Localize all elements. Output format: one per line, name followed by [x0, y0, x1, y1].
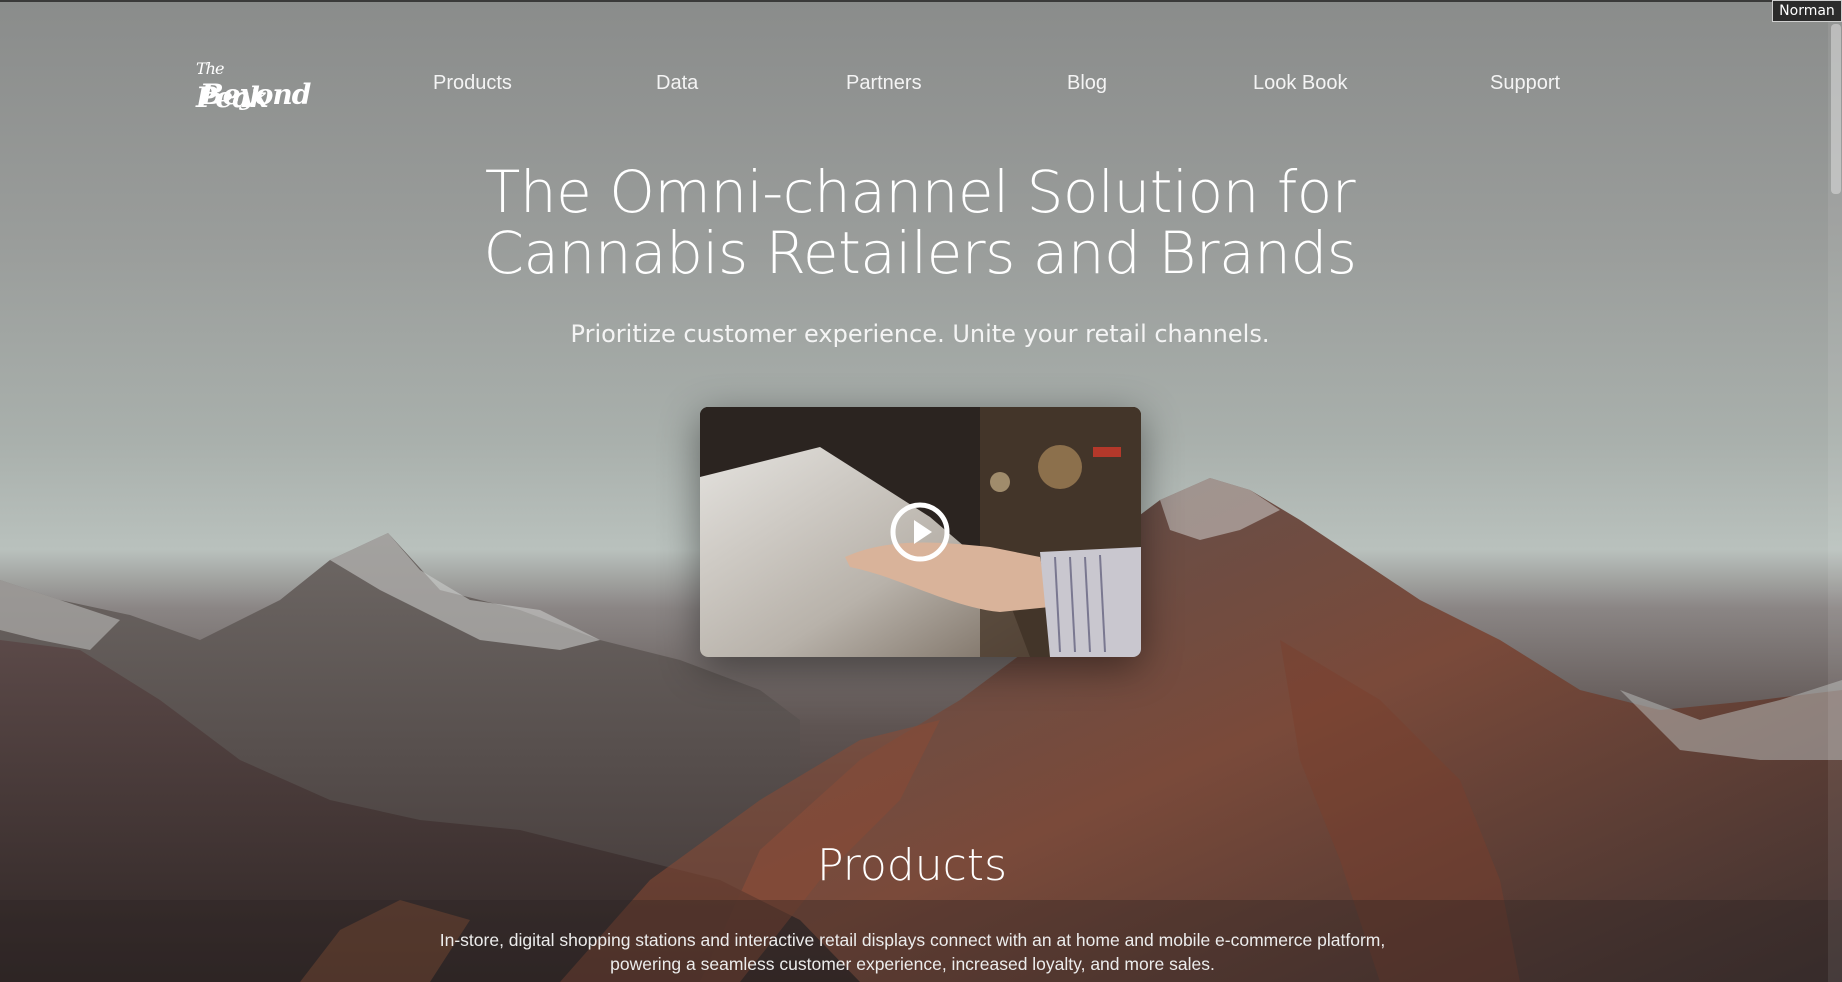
nav-products[interactable]: Products: [433, 72, 512, 95]
products-desc-line-1: In-store, digital shopping stations and …: [439, 930, 1386, 950]
nav-blog[interactable]: Blog: [1067, 72, 1107, 95]
hero-title-line-2: Cannabis Retailers and Brands: [483, 219, 1357, 287]
products-desc-line-2: powering a seamless customer experience,…: [610, 954, 1215, 974]
intro-video[interactable]: [700, 407, 1141, 657]
nav-look-book[interactable]: Look Book: [1253, 72, 1348, 95]
play-icon[interactable]: [890, 502, 950, 562]
nav-partners[interactable]: Partners: [846, 72, 922, 95]
products-section-description: In-store, digital shopping stations and …: [380, 928, 1445, 976]
scrollbar-thumb[interactable]: [1831, 24, 1841, 194]
page: Norman The Peak Beyond Products Data Par…: [0, 0, 1842, 982]
hero-title: The Omni-channel Solution for Cannabis R…: [420, 162, 1420, 284]
hero-title-line-1: The Omni-channel Solution for: [484, 158, 1356, 226]
products-section-title: Products: [817, 840, 1007, 891]
nav-data[interactable]: Data: [656, 72, 698, 95]
main-navigation: Products Data Partners Blog Look Book Su…: [0, 72, 1842, 100]
nav-support[interactable]: Support: [1490, 72, 1560, 95]
user-name-tag: Norman: [1772, 0, 1842, 22]
hero-subtitle: Prioritize customer experience. Unite yo…: [570, 320, 1270, 348]
